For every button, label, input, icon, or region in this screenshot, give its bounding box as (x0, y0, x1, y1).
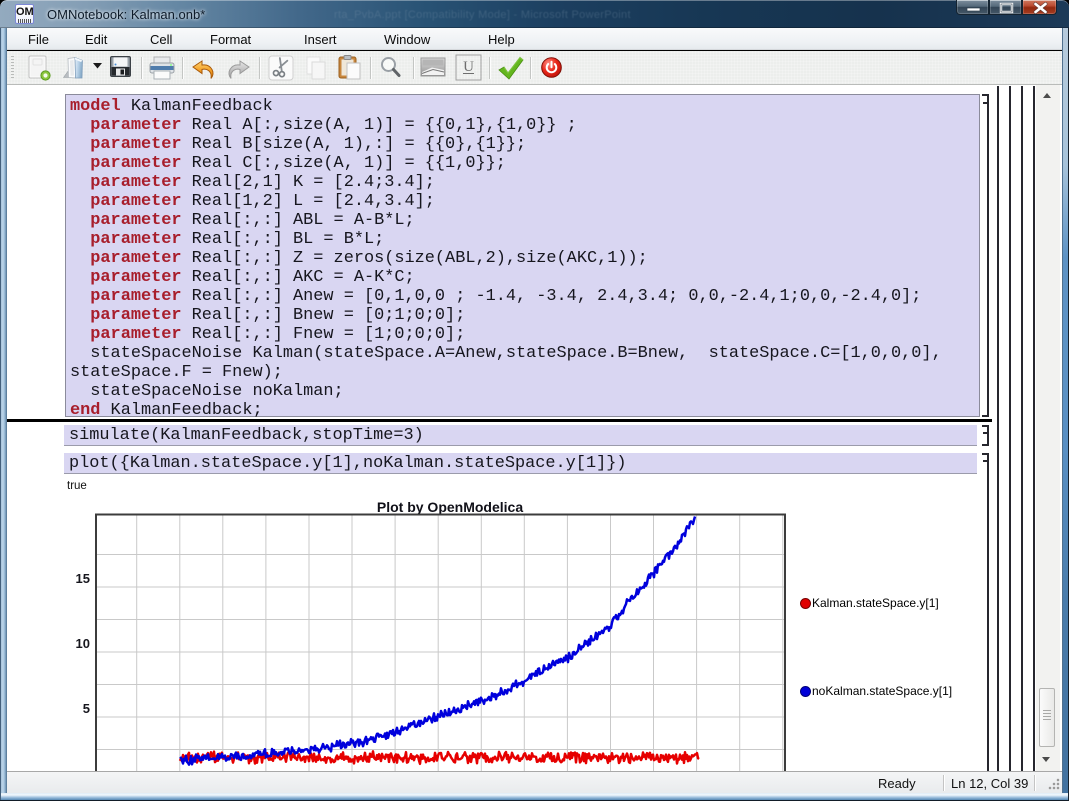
svg-text:U: U (463, 59, 474, 75)
